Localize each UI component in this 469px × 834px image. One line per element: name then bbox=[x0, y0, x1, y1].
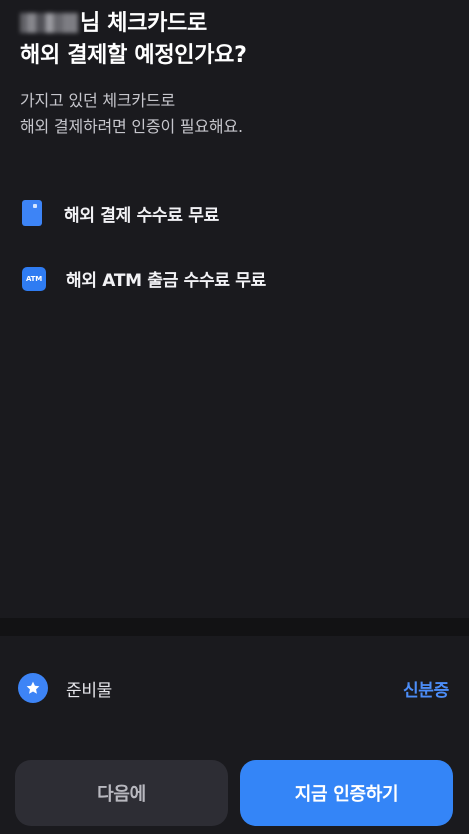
preparation-row: 준비물 신분증 bbox=[18, 672, 449, 704]
redacted-user-name bbox=[20, 13, 78, 33]
header: 님 체크카드로 해외 결제할 예정인가요? 가지고 있던 체크카드로 해외 결제… bbox=[20, 8, 449, 140]
star-icon-glyph bbox=[26, 681, 40, 694]
subtitle: 가지고 있던 체크카드로 해외 결제하려면 인증이 필요해요. bbox=[20, 88, 449, 140]
page-title-line-1: 님 체크카드로 bbox=[20, 8, 449, 40]
section-divider bbox=[0, 618, 469, 636]
id-card-link[interactable]: 신분증 bbox=[403, 676, 449, 701]
atm-icon: ATM bbox=[22, 266, 46, 291]
benefit-item-overseas-atm: ATM 해외 ATM 출금 수수료 무료 bbox=[22, 266, 266, 291]
verify-now-button[interactable]: 지금 인증하기 bbox=[240, 760, 453, 826]
title-line-1-text: 님 체크카드로 bbox=[80, 11, 207, 36]
benefit-label: 해외 결제 수수료 무료 bbox=[64, 205, 219, 226]
star-icon bbox=[18, 673, 48, 703]
preparation-label: 준비물 bbox=[66, 680, 113, 701]
subtitle-line-2: 해외 결제하려면 인증이 필요해요. bbox=[20, 117, 243, 136]
later-button[interactable]: 다음에 bbox=[15, 760, 228, 826]
page-title-line-2: 해외 결제할 예정인가요? bbox=[20, 43, 247, 68]
card-icon bbox=[22, 200, 42, 226]
subtitle-line-1: 가지고 있던 체크카드로 bbox=[20, 91, 175, 110]
benefit-item-overseas-payment: 해외 결제 수수료 무료 bbox=[22, 200, 219, 226]
benefit-label: 해외 ATM 출금 수수료 무료 bbox=[66, 271, 266, 291]
